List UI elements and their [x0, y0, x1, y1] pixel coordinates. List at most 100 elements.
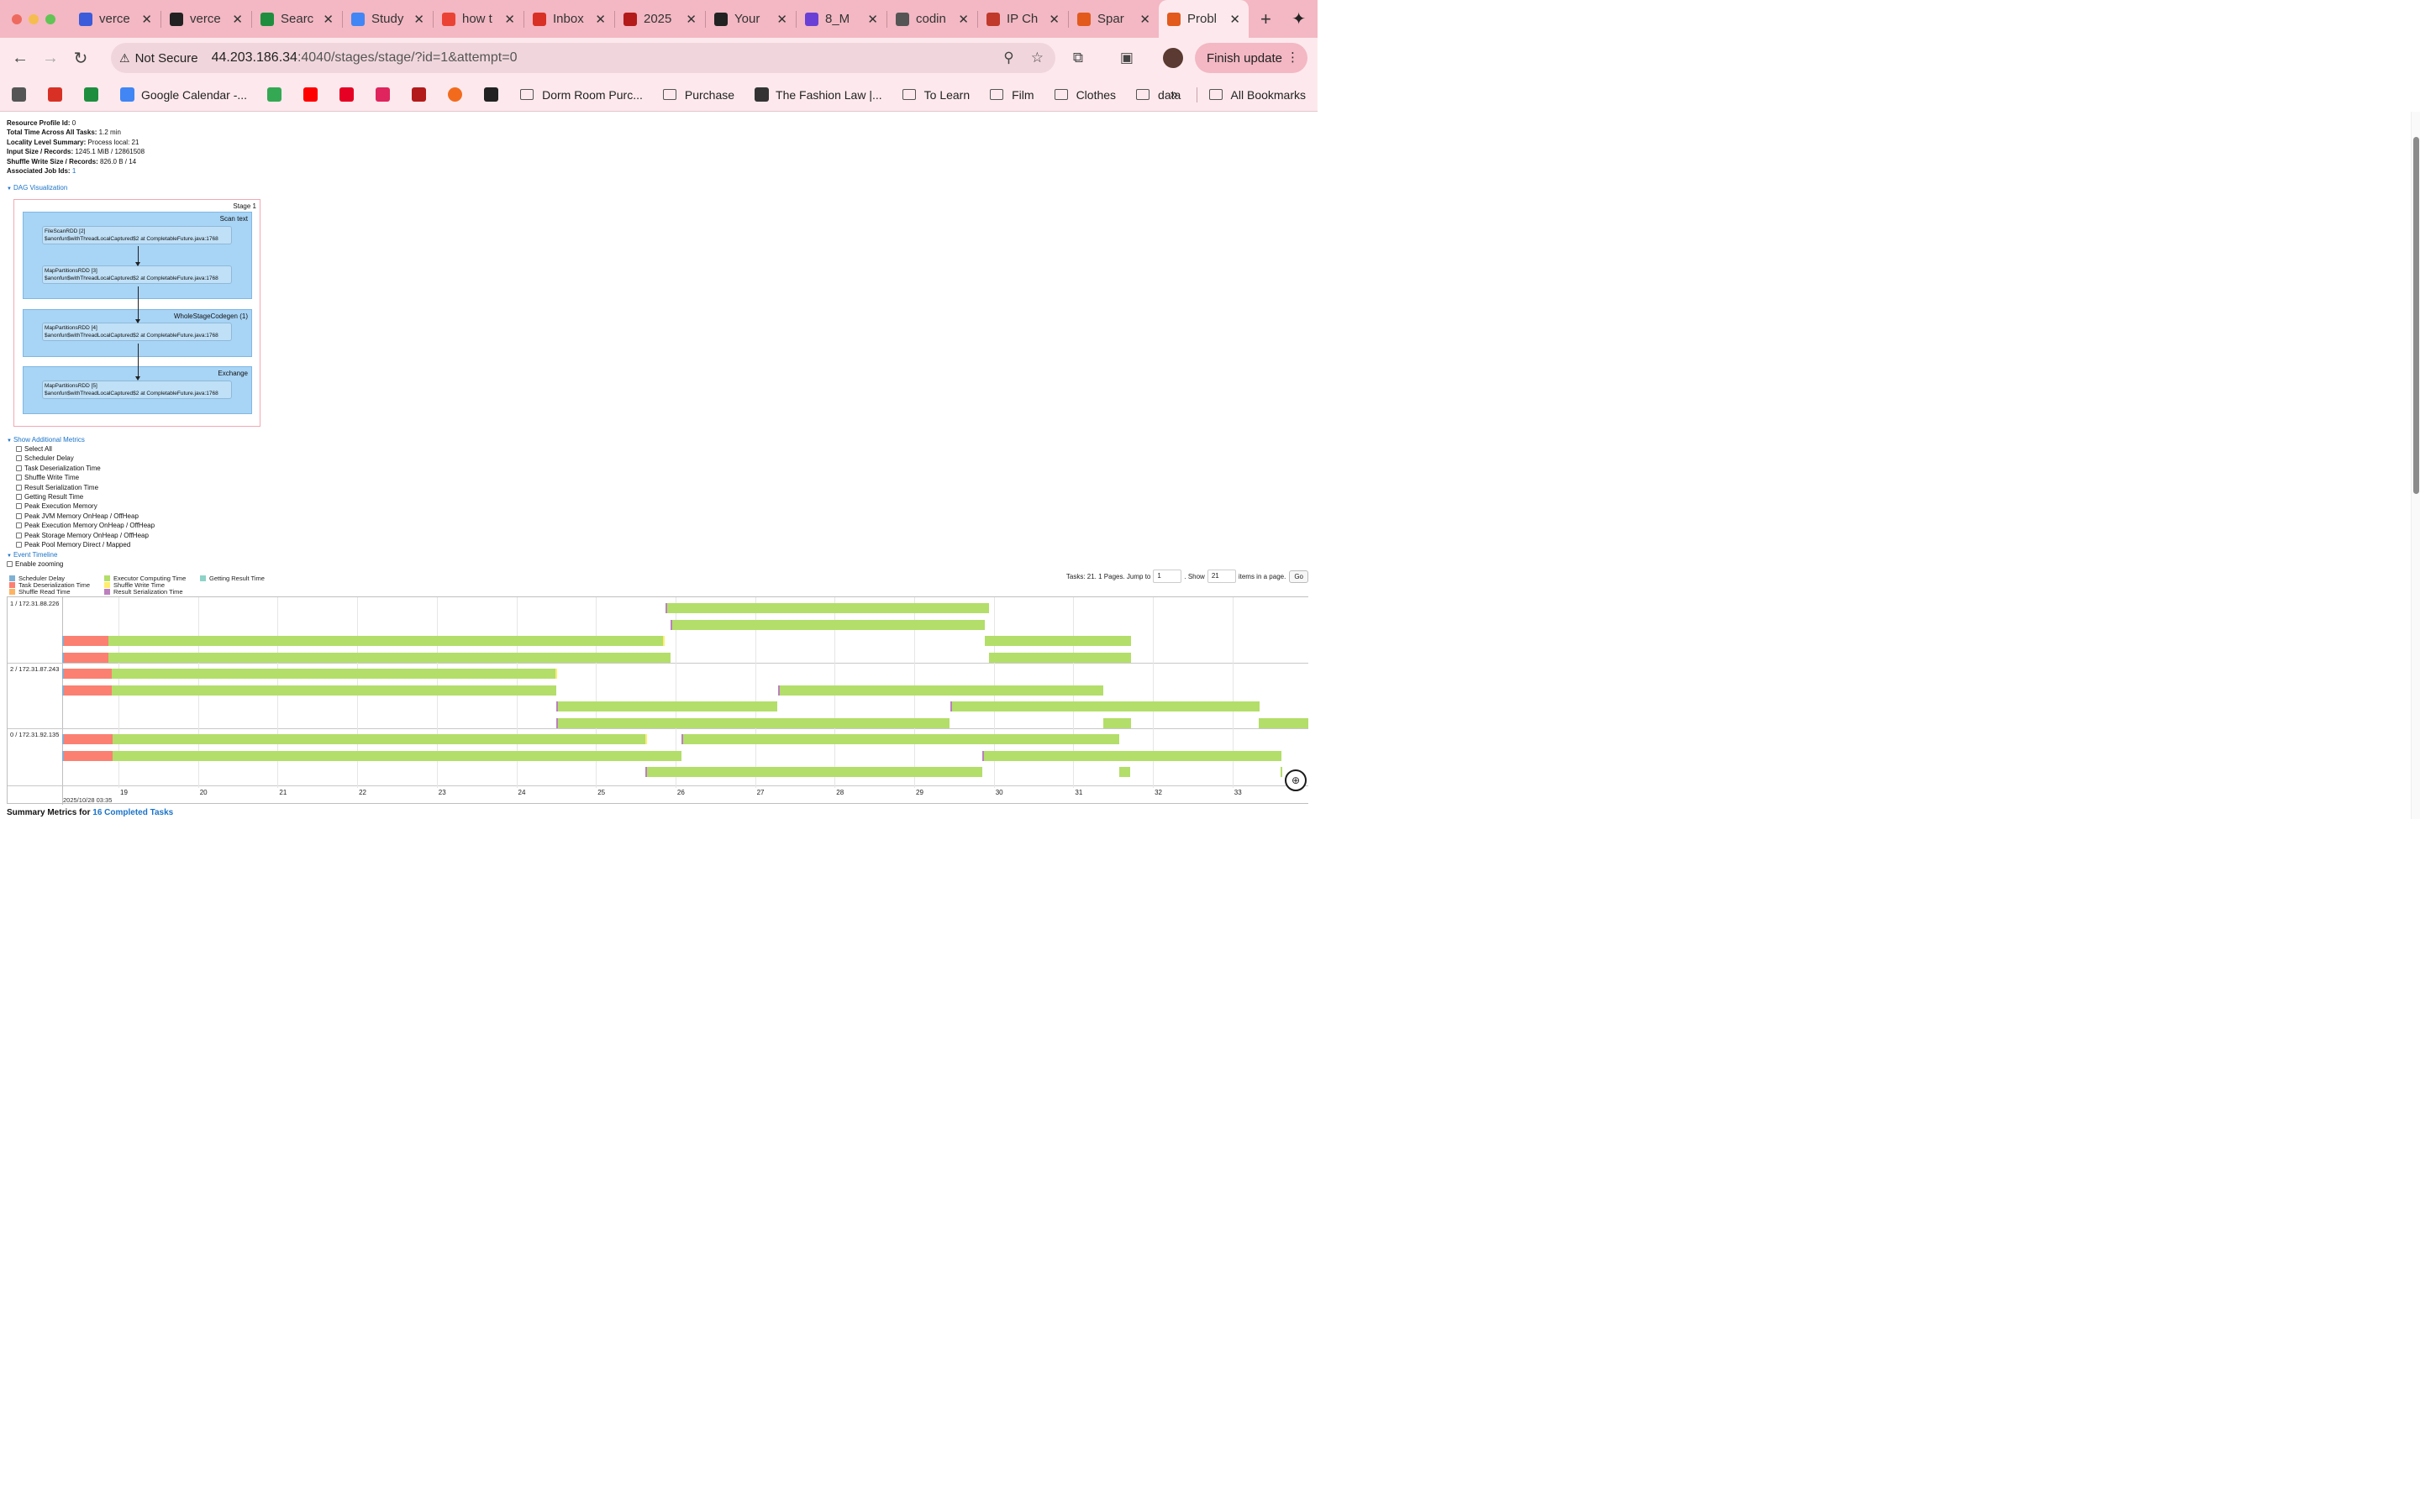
browser-tab[interactable]: Probl ✕	[1159, 0, 1249, 38]
task-bar[interactable]	[556, 701, 777, 711]
task-bar[interactable]	[1281, 767, 1282, 777]
browser-tab[interactable]: Searc ✕	[252, 0, 342, 38]
tab-search-icon[interactable]: ▣	[1114, 50, 1139, 66]
all-bookmarks-link[interactable]: All Bookmarks	[1231, 88, 1306, 102]
bookmark-item[interactable]: Film	[990, 88, 1034, 102]
maximize-window-button[interactable]	[45, 13, 55, 24]
bookmark-item[interactable]	[412, 87, 433, 102]
task-bar[interactable]	[1119, 767, 1130, 777]
task-bar[interactable]	[62, 636, 665, 646]
bookmark-item[interactable]: Dorm Room Purc...	[520, 88, 643, 102]
zoom-magnifier-icon[interactable]: ⊕	[1285, 769, 1307, 791]
metric-checkbox-row[interactable]: Result Serialization Time	[16, 484, 98, 491]
metric-checkbox[interactable]	[16, 503, 22, 510]
close-tab-icon[interactable]: ✕	[141, 12, 152, 27]
close-window-button[interactable]	[12, 13, 22, 24]
metric-checkbox-row[interactable]: Peak Execution Memory	[16, 502, 97, 510]
browser-tab[interactable]: codin ✕	[887, 0, 977, 38]
close-tab-icon[interactable]: ✕	[504, 12, 515, 27]
dag-rdd-node[interactable]: MapPartitionsRDD [4] $anonfun$withThreadL…	[42, 323, 232, 341]
bookmark-item[interactable]	[48, 87, 69, 102]
security-indicator[interactable]: ⚠ Not Secure	[119, 51, 198, 66]
metric-checkbox[interactable]	[16, 522, 22, 529]
metric-checkbox-row[interactable]: Select All	[16, 445, 52, 453]
metric-checkbox[interactable]	[16, 542, 22, 548]
close-tab-icon[interactable]: ✕	[232, 12, 243, 27]
task-bar[interactable]	[1103, 718, 1131, 728]
browser-tab[interactable]: verce ✕	[161, 0, 251, 38]
event-timeline-toggle[interactable]: ▼ Event Timeline	[7, 551, 57, 559]
bookmark-item[interactable]: Clothes	[1054, 88, 1116, 102]
page-size-input[interactable]: 21	[1207, 570, 1236, 583]
close-tab-icon[interactable]: ✕	[867, 12, 878, 27]
browser-tab[interactable]: verce ✕	[71, 0, 160, 38]
bookmark-item[interactable]: Purchase	[662, 88, 734, 102]
metric-checkbox[interactable]	[16, 484, 22, 491]
task-bar[interactable]	[645, 767, 982, 777]
event-timeline-chart[interactable]: 1 / 172.31.88.226 2 / 172.31.87.243 0 / …	[7, 596, 1308, 805]
task-bar[interactable]	[556, 718, 950, 728]
bookmark-item[interactable]	[12, 87, 33, 102]
profile-avatar[interactable]	[1162, 48, 1183, 68]
bookmark-item[interactable]	[484, 87, 505, 102]
task-bar[interactable]	[62, 734, 647, 744]
browser-tab[interactable]: 2025 ✕	[615, 0, 705, 38]
task-bar[interactable]	[778, 685, 1103, 696]
browser-tab[interactable]: 8_M ✕	[797, 0, 886, 38]
metric-checkbox[interactable]	[16, 494, 22, 500]
bookmark-item[interactable]	[376, 87, 397, 102]
zoom-icon[interactable]: ⚲	[1003, 50, 1013, 66]
task-bar[interactable]	[982, 751, 1281, 761]
bookmark-item[interactable]: Google Calendar -...	[120, 87, 247, 102]
browser-tab[interactable]: IP Ch ✕	[978, 0, 1068, 38]
metric-checkbox[interactable]	[16, 532, 22, 538]
completed-tasks-link[interactable]: 16 Completed Tasks	[92, 808, 173, 817]
task-bar[interactable]	[681, 734, 1119, 744]
bookmark-item[interactable]	[339, 87, 360, 102]
reload-icon[interactable]: ↻	[66, 48, 96, 69]
minimize-window-button[interactable]	[29, 13, 39, 24]
enable-zooming-row[interactable]: Enable zooming	[7, 560, 63, 568]
browser-tab[interactable]: how t ✕	[434, 0, 523, 38]
metric-checkbox-row[interactable]: Peak Pool Memory Direct / Mapped	[16, 541, 130, 549]
jump-to-page-input[interactable]: 1	[1153, 570, 1182, 583]
back-arrow-icon[interactable]: ←	[5, 49, 35, 68]
page-scrollbar[interactable]	[2411, 112, 2420, 819]
close-tab-icon[interactable]: ✕	[776, 12, 787, 27]
metric-checkbox-row[interactable]: Peak Storage Memory OnHeap / OffHeap	[16, 532, 149, 539]
task-bar[interactable]	[1259, 718, 1308, 728]
close-tab-icon[interactable]: ✕	[413, 12, 424, 27]
metric-checkbox[interactable]	[16, 465, 22, 471]
additional-metrics-toggle[interactable]: ▼ Show Additional Metrics	[7, 436, 85, 444]
task-bar[interactable]	[666, 603, 989, 613]
url-text[interactable]: 44.203.186.34:4040/stages/stage/?id=1&at…	[212, 50, 518, 66]
bookmark-item[interactable]: To Learn	[902, 88, 970, 102]
more-bookmarks-icon[interactable]: »	[1171, 87, 1178, 102]
metric-checkbox[interactable]	[16, 512, 22, 519]
task-bar[interactable]	[62, 669, 557, 679]
go-button[interactable]: Go	[1289, 570, 1308, 583]
dag-rdd-node[interactable]: FileScanRDD [2] $anonfun$withThreadLocalC…	[42, 226, 232, 244]
task-bar[interactable]	[671, 620, 985, 630]
browser-tab[interactable]: Spar ✕	[1069, 0, 1159, 38]
extensions-icon[interactable]: ⧉	[1065, 50, 1091, 66]
browser-tab[interactable]: Study ✕	[343, 0, 433, 38]
task-bar[interactable]	[62, 685, 556, 696]
finish-update-button[interactable]: Finish update ⋮	[1194, 43, 1307, 73]
browser-tab[interactable]: Inbox ✕	[524, 0, 614, 38]
gemini-icon[interactable]: ✦	[1292, 8, 1306, 29]
metric-checkbox-row[interactable]: Task Deserialization Time	[16, 465, 101, 472]
bookmark-star-icon[interactable]: ☆	[1031, 50, 1044, 66]
close-tab-icon[interactable]: ✕	[1049, 12, 1060, 27]
metric-checkbox[interactable]	[16, 455, 22, 462]
metric-checkbox-row[interactable]: Peak Execution Memory OnHeap / OffHeap	[16, 522, 155, 529]
close-tab-icon[interactable]: ✕	[958, 12, 969, 27]
task-bar[interactable]	[950, 701, 1260, 711]
metric-checkbox[interactable]	[16, 446, 22, 452]
scrollbar-thumb[interactable]	[2413, 137, 2419, 494]
task-bar[interactable]	[62, 751, 681, 761]
metric-checkbox-row[interactable]: Peak JVM Memory OnHeap / OffHeap	[16, 512, 139, 520]
bookmark-item[interactable]: The Fashion Law |...	[755, 87, 882, 102]
more-menu-icon[interactable]: ⋮	[1286, 50, 1299, 65]
close-tab-icon[interactable]: ✕	[323, 12, 334, 27]
